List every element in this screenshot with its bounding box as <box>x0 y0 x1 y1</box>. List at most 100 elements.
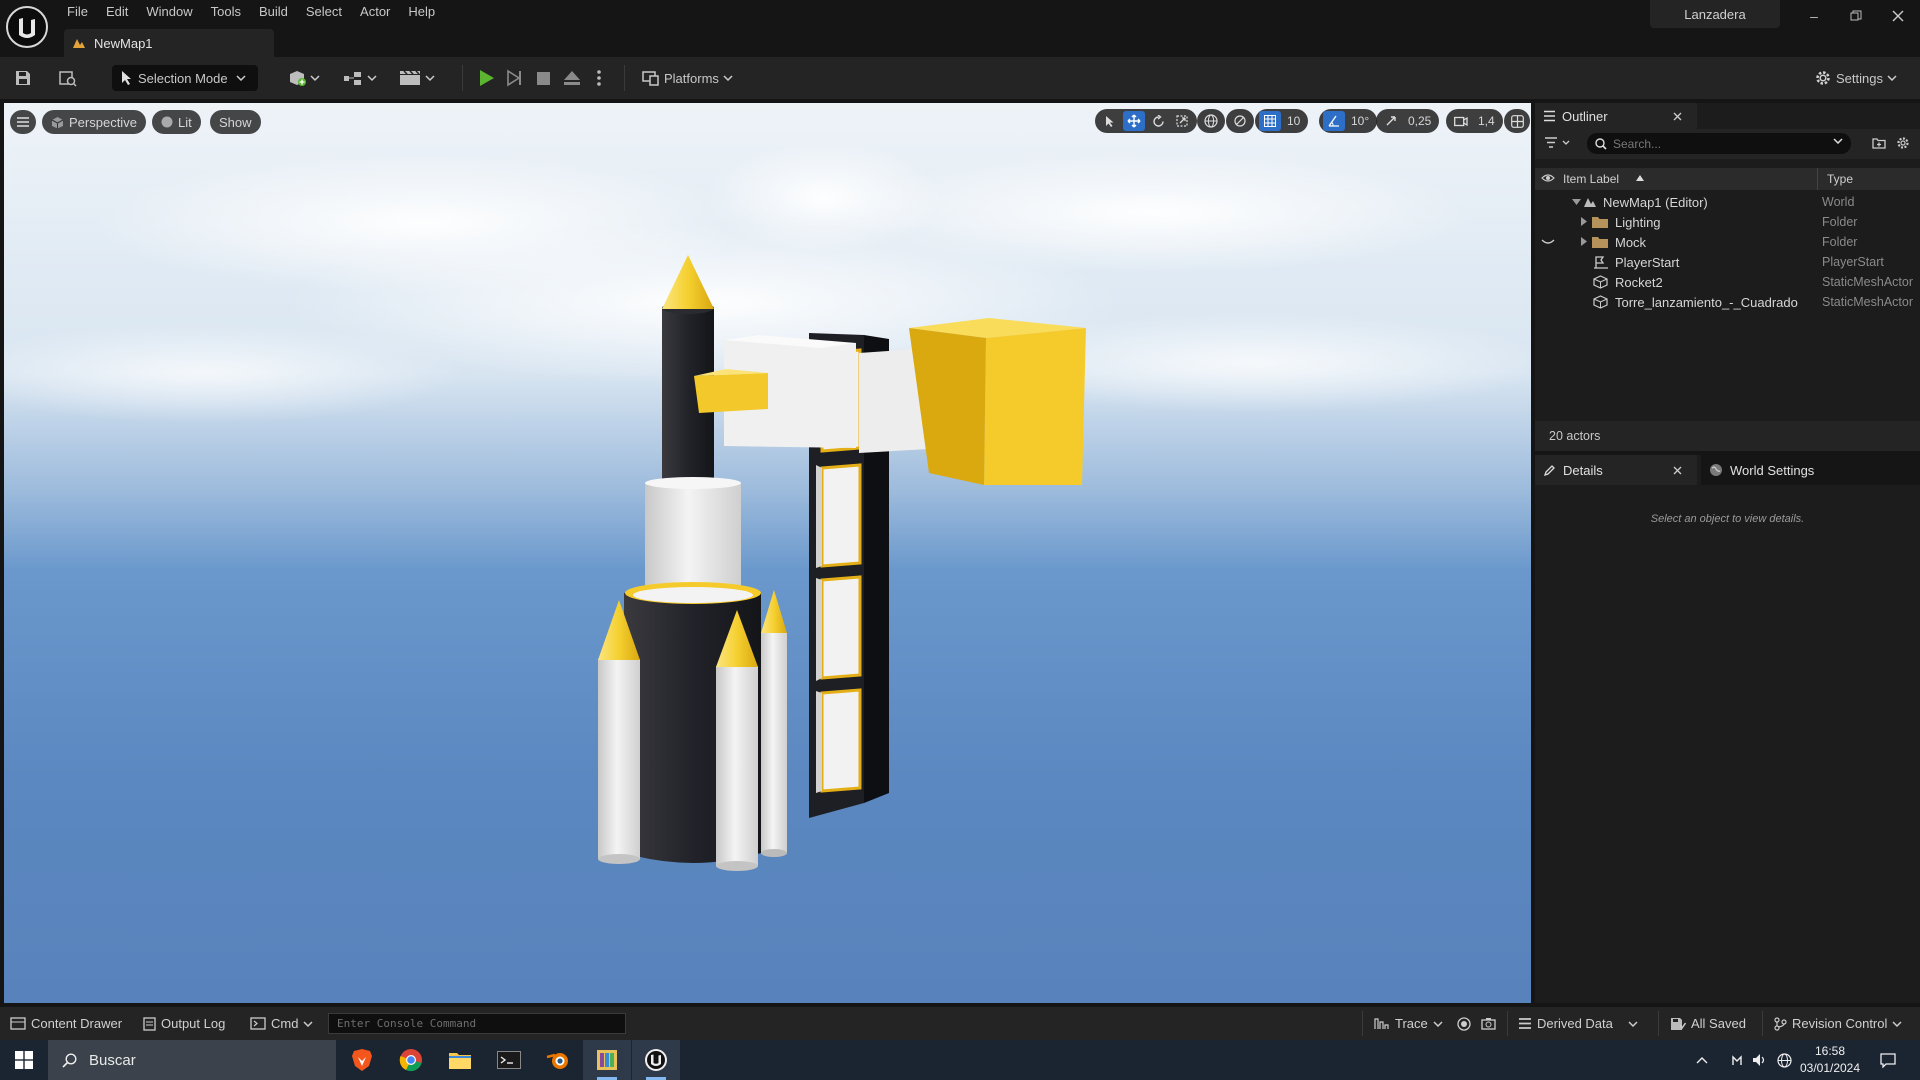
menu-tools[interactable]: Tools <box>202 2 250 22</box>
tab-details[interactable]: Details <box>1535 455 1697 485</box>
chevron-up-icon[interactable] <box>1690 1040 1714 1080</box>
cmd-dropdown[interactable]: Cmd <box>250 1007 313 1040</box>
content-browser-icon[interactable] <box>58 65 78 91</box>
unreal-logo-icon[interactable] <box>5 5 49 49</box>
add-actor-button[interactable] <box>288 65 320 91</box>
scene-render <box>4 143 1531 871</box>
chevron-down-icon[interactable] <box>1833 138 1843 144</box>
content-drawer-button[interactable]: Content Drawer <box>10 1007 122 1040</box>
menu-window[interactable]: Window <box>137 2 201 22</box>
app-icon[interactable] <box>583 1040 631 1080</box>
filter-icon[interactable] <box>1545 137 1571 149</box>
blueprint-button[interactable] <box>342 65 378 91</box>
settings-dropdown[interactable]: Settings <box>1814 65 1897 91</box>
show-button[interactable]: Show <box>210 110 261 134</box>
rotate-tool-icon[interactable] <box>1147 111 1169 131</box>
eye-icon[interactable] <box>1541 173 1555 183</box>
menu-file[interactable]: File <box>58 2 97 22</box>
derived-data-dropdown[interactable]: Derived Data <box>1518 1007 1638 1040</box>
add-folder-icon[interactable] <box>1872 137 1886 149</box>
trace-dropdown[interactable]: Trace <box>1374 1007 1443 1040</box>
item-label: NewMap1 (Editor) <box>1603 194 1708 210</box>
globe-icon <box>1200 111 1222 131</box>
eject-icon[interactable] <box>562 65 582 91</box>
outliner-row-playerstart[interactable]: PlayerStart PlayerStart <box>1535 252 1920 272</box>
output-log-label: Output Log <box>161 1016 226 1031</box>
selection-mode-dropdown[interactable]: Selection Mode <box>112 65 258 91</box>
item-type: StaticMeshActor <box>1822 275 1914 289</box>
collapse-arrow-icon[interactable] <box>1572 199 1581 205</box>
step-frame-icon[interactable] <box>505 65 523 91</box>
console-command-input[interactable]: Enter Console Command <box>328 1013 626 1034</box>
language-globe-icon[interactable] <box>1772 1040 1796 1080</box>
grid-snap-control[interactable]: 10 <box>1255 109 1309 133</box>
camera-speed-control[interactable]: 1,4 <box>1446 109 1503 133</box>
menu-build[interactable]: Build <box>250 2 297 22</box>
play-options-icon[interactable] <box>596 65 602 91</box>
brave-browser-icon[interactable] <box>338 1040 386 1080</box>
translate-tool-icon[interactable] <box>1123 111 1145 131</box>
terminal-app-icon[interactable] <box>485 1040 533 1080</box>
chrome-icon[interactable] <box>387 1040 435 1080</box>
output-log-button[interactable]: Output Log <box>143 1007 225 1040</box>
selection-mode-label: Selection Mode <box>138 70 228 86</box>
perspective-button[interactable]: Perspective <box>42 110 146 134</box>
blender-icon[interactable] <box>534 1040 582 1080</box>
record-icon[interactable] <box>1457 1007 1471 1040</box>
rotation-snap-control[interactable]: 10° <box>1319 109 1378 133</box>
close-tab-icon[interactable] <box>1673 466 1682 475</box>
expand-arrow-icon[interactable] <box>1581 237 1587 246</box>
scale-tool-icon[interactable] <box>1171 111 1193 131</box>
tab-outliner[interactable]: Outliner <box>1535 103 1697 129</box>
revision-control-dropdown[interactable]: Revision Control <box>1774 1007 1902 1040</box>
file-explorer-icon[interactable] <box>436 1040 484 1080</box>
column-type[interactable]: Type <box>1827 172 1853 186</box>
outliner-search-input[interactable]: Search... <box>1587 133 1851 154</box>
play-button[interactable] <box>476 65 496 91</box>
close-tab-icon[interactable] <box>1673 112 1682 121</box>
outliner-row-folder-mock[interactable]: Mock Folder <box>1535 232 1920 252</box>
taskbar-clock[interactable]: 16:58 03/01/2024 <box>1795 1043 1865 1077</box>
unreal-engine-taskbar-icon[interactable] <box>632 1040 680 1080</box>
stop-icon[interactable] <box>535 65 551 91</box>
surface-snap-toggle[interactable] <box>1226 109 1254 133</box>
scale-snap-control[interactable]: 0,25 <box>1376 109 1440 133</box>
expand-arrow-icon[interactable] <box>1581 217 1587 226</box>
screenshot-icon[interactable] <box>1481 1007 1496 1040</box>
tab-world-settings[interactable]: World Settings <box>1701 455 1920 485</box>
volume-icon[interactable] <box>1748 1040 1772 1080</box>
save-icon[interactable] <box>14 65 32 91</box>
minimize-icon[interactable]: – <box>1800 4 1828 28</box>
platforms-dropdown[interactable]: Platforms <box>642 65 733 91</box>
outliner-row-world[interactable]: NewMap1 (Editor) World <box>1535 192 1920 212</box>
menu-actor[interactable]: Actor <box>351 2 399 22</box>
outliner-row-rocket2[interactable]: Rocket2 StaticMeshActor <box>1535 272 1920 292</box>
menu-help[interactable]: Help <box>399 2 444 22</box>
gear-icon[interactable] <box>1896 136 1910 150</box>
all-saved-button[interactable]: All Saved <box>1670 1007 1746 1040</box>
hidden-eye-icon[interactable] <box>1541 239 1555 245</box>
close-icon[interactable] <box>1884 4 1912 28</box>
outliner-row-folder-lighting[interactable]: Lighting Folder <box>1535 212 1920 232</box>
menu-select[interactable]: Select <box>297 2 351 22</box>
select-tool-icon[interactable] <box>1099 111 1121 131</box>
lit-button[interactable]: Lit <box>152 110 201 134</box>
cinematics-button[interactable] <box>398 65 438 91</box>
column-item-label[interactable]: Item Label <box>1563 172 1619 186</box>
restore-icon[interactable] <box>1842 4 1870 28</box>
menu-edit[interactable]: Edit <box>97 2 137 22</box>
outliner-row-torre[interactable]: Torre_lanzamiento_-_Cuadrado StaticMeshA… <box>1535 292 1920 312</box>
notifications-icon[interactable] <box>1870 1040 1906 1080</box>
level-viewport[interactable]: Perspective Lit Show 10 10° 0,25 1,4 <box>4 103 1531 1003</box>
viewport-layout-button[interactable] <box>1504 109 1530 133</box>
taskbar-search-box[interactable]: Buscar <box>48 1040 336 1080</box>
viewport-menu-button[interactable] <box>10 110 36 134</box>
world-space-toggle[interactable] <box>1197 109 1225 133</box>
static-mesh-icon <box>1593 275 1608 289</box>
outliner-icon <box>1543 110 1556 122</box>
network-icon[interactable] <box>1725 1040 1749 1080</box>
windows-start-icon[interactable] <box>0 1040 48 1080</box>
document-tab-label: NewMap1 <box>94 35 153 51</box>
document-tab[interactable]: NewMap1 <box>64 29 274 57</box>
taskbar-search-label: Buscar <box>89 1051 136 1069</box>
